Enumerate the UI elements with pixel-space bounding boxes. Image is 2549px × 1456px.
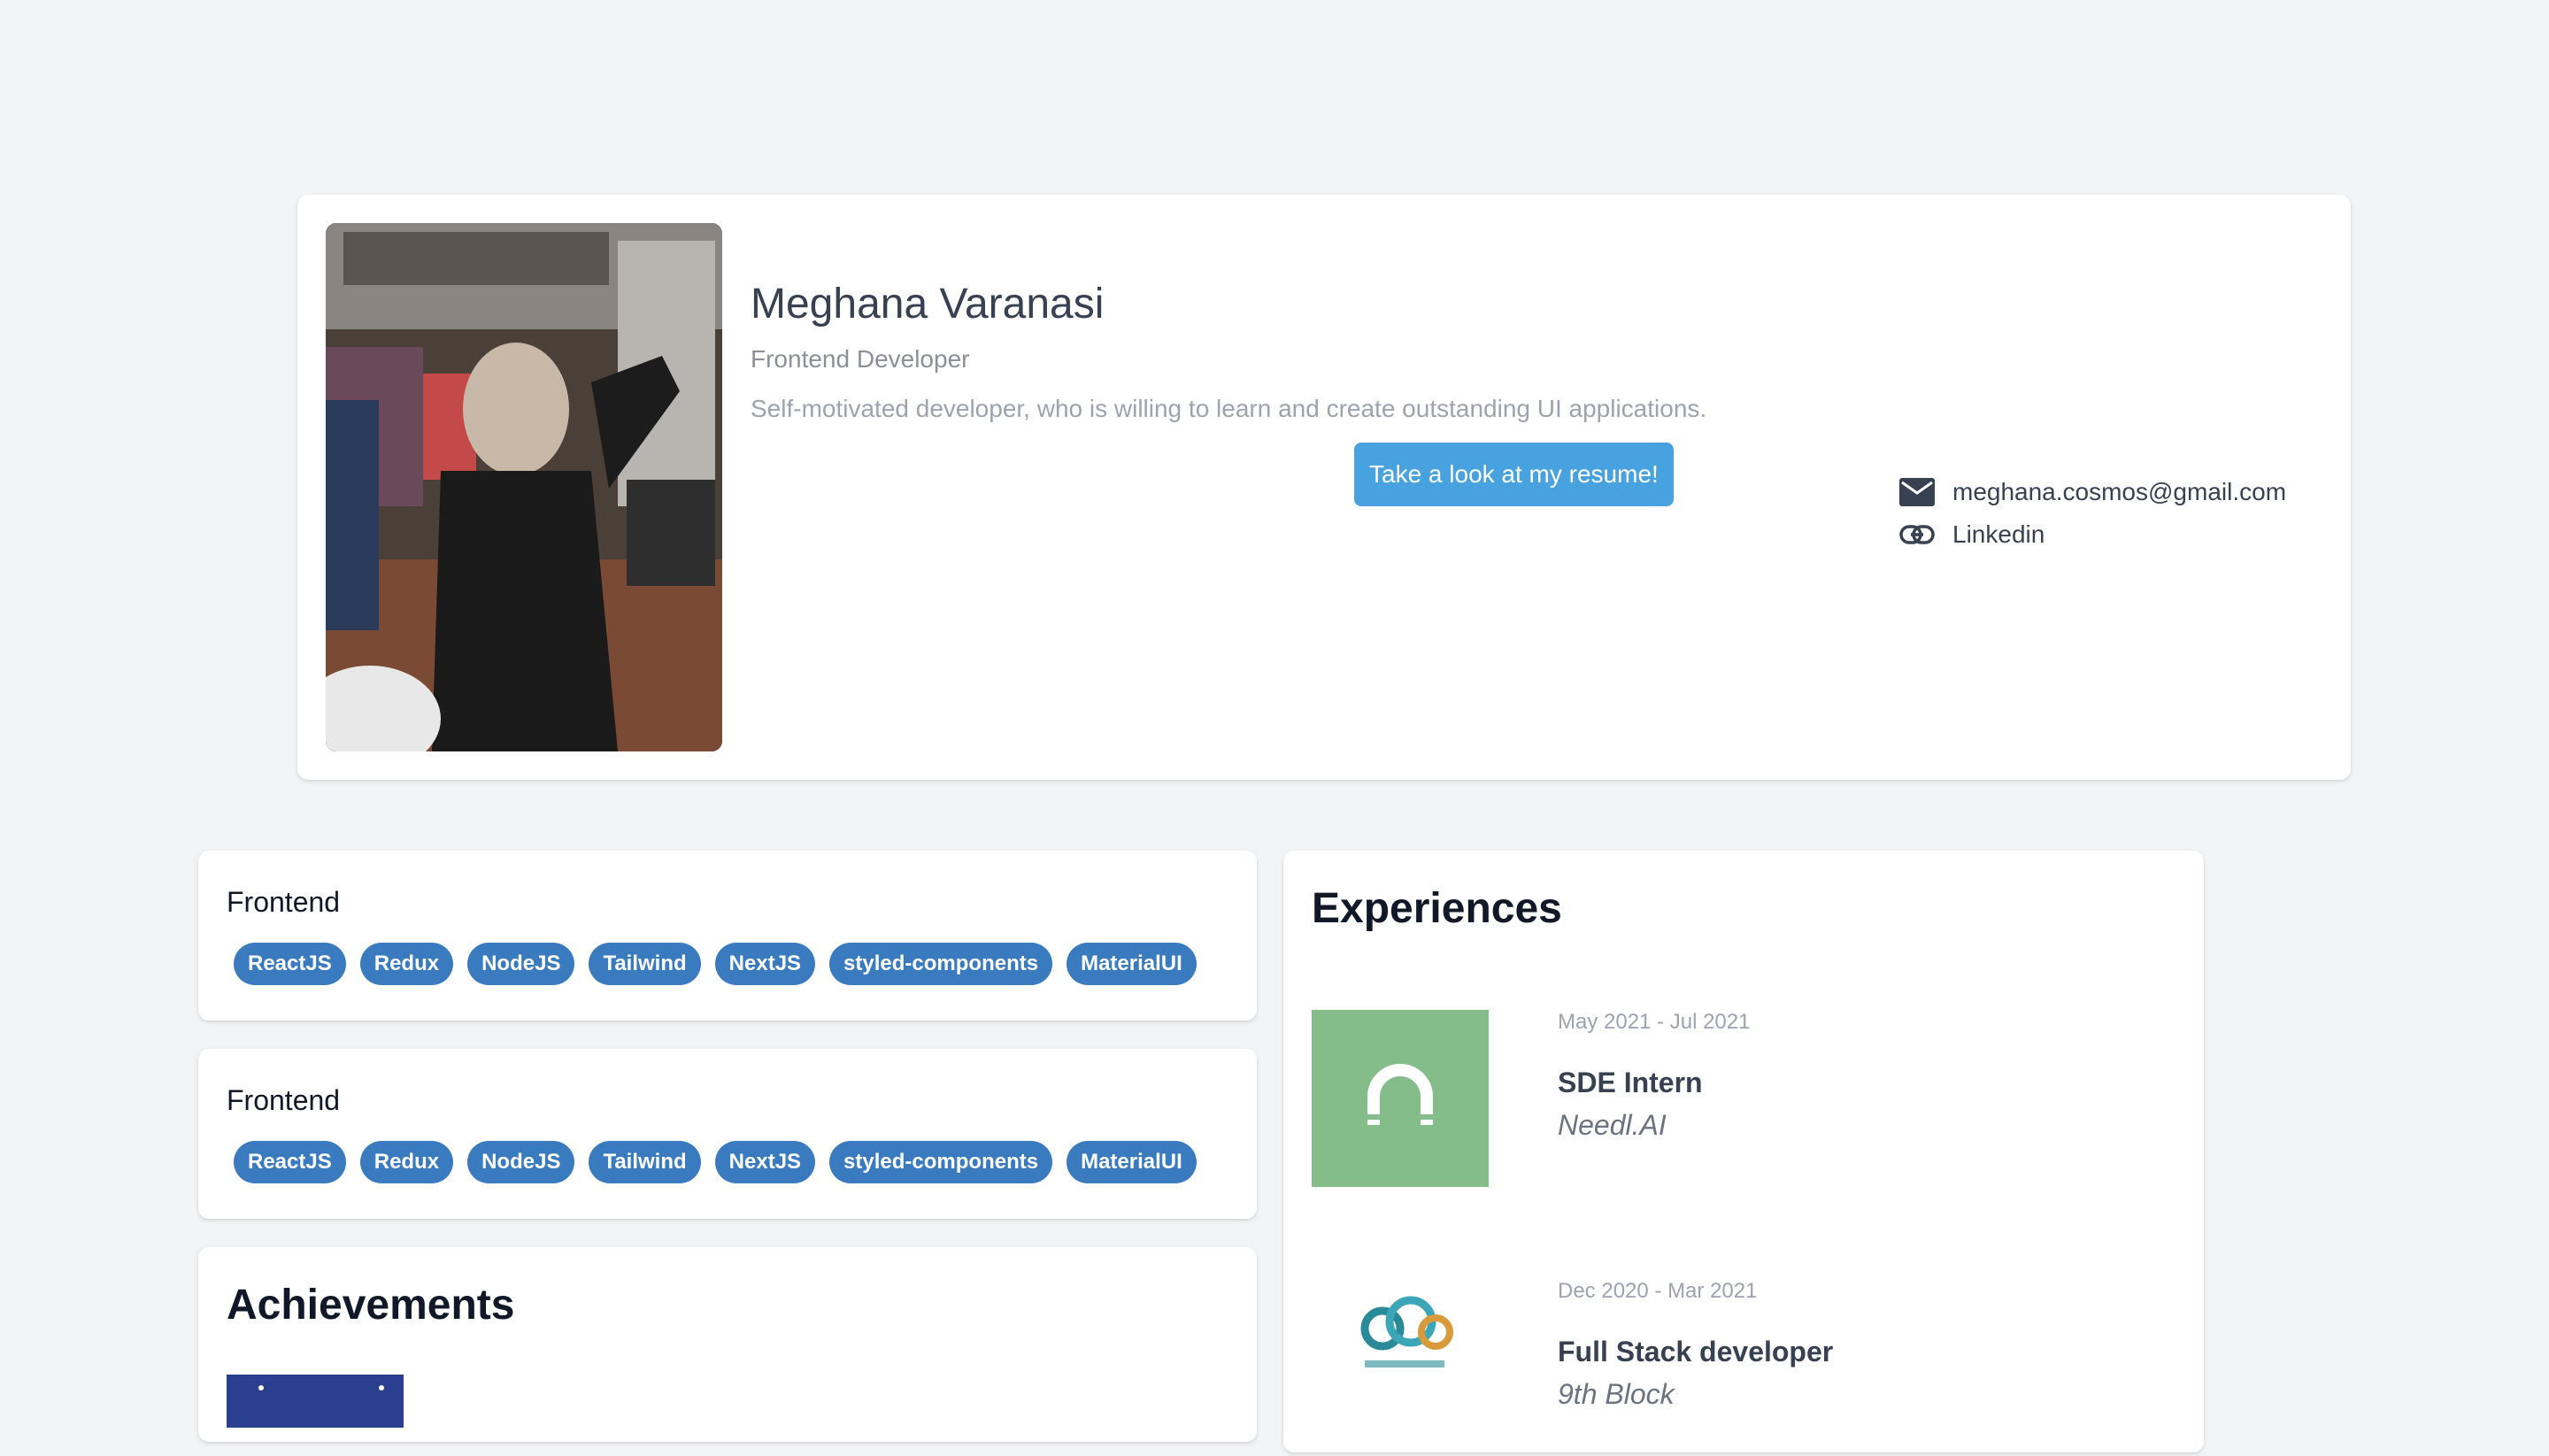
needl-logo xyxy=(1312,1010,1489,1187)
skill-card: Frontend ReactJS Redux NodeJS Tailwind N… xyxy=(198,851,1257,1021)
skill-tags: ReactJS Redux NodeJS Tailwind NextJS sty… xyxy=(234,943,1197,985)
skill-category-title: Frontend xyxy=(227,1084,341,1116)
profile-role: Frontend Developer xyxy=(751,345,970,373)
experiences-title: Experiences xyxy=(1312,885,1562,932)
experiences-card: Experiences May 2021 - Jul 2021 SDE Inte… xyxy=(1283,851,2204,1452)
resume-button[interactable]: Take a look at my resume! xyxy=(1354,443,1674,506)
skill-tag: ReactJS xyxy=(234,943,346,985)
achievements-card: Achievements xyxy=(198,1247,1257,1442)
skill-tag: Tailwind xyxy=(589,943,701,985)
contact-linkedin[interactable]: Linkedin xyxy=(1898,517,2045,552)
contact-email-label: meghana.cosmos@gmail.com xyxy=(1952,478,2287,505)
skill-tag: styled-components xyxy=(829,1141,1053,1183)
skill-tag: styled-components xyxy=(829,943,1053,985)
9th-block-logo xyxy=(1312,1279,1489,1456)
experience-dates: May 2021 - Jul 2021 xyxy=(1558,1010,1751,1034)
skill-tag: NodeJS xyxy=(467,1141,575,1183)
profile-name: Meghana Varanasi xyxy=(751,281,1105,327)
experience-company: Needl.AI xyxy=(1558,1109,1667,1141)
link-icon xyxy=(1898,517,1937,552)
experience-dates: Dec 2020 - Mar 2021 xyxy=(1558,1279,1758,1303)
achievements-title: Achievements xyxy=(227,1282,515,1329)
experience-company: 9th Block xyxy=(1558,1378,1675,1410)
skill-tag: NextJS xyxy=(714,943,816,985)
skill-tags: ReactJS Redux NodeJS Tailwind NextJS sty… xyxy=(234,1141,1197,1183)
skill-tag: MaterialUI xyxy=(1067,1141,1197,1183)
skill-tag: Redux xyxy=(359,1141,454,1183)
profile-bio: Self-motivated developer, who is willing… xyxy=(751,395,1707,422)
skill-tag: MaterialUI xyxy=(1067,943,1197,985)
experience-title: SDE Intern xyxy=(1558,1067,1703,1098)
contact-linkedin-label: Linkedin xyxy=(1952,520,2045,548)
achievement-image xyxy=(227,1375,404,1428)
skill-tag: NodeJS xyxy=(467,943,575,985)
mail-icon xyxy=(1898,474,1937,510)
skill-card: Frontend ReactJS Redux NodeJS Tailwind N… xyxy=(198,1049,1257,1219)
skill-tag: Redux xyxy=(359,943,454,985)
profile-card: Meghana Varanasi Frontend Developer Self… xyxy=(297,195,2351,780)
experience-title: Full Stack developer xyxy=(1558,1336,1834,1367)
contact-email[interactable]: meghana.cosmos@gmail.com xyxy=(1898,474,2286,510)
skill-tag: Tailwind xyxy=(589,1141,701,1183)
skill-tag: NextJS xyxy=(714,1141,816,1183)
skill-tag: ReactJS xyxy=(234,1141,346,1183)
profile-photo xyxy=(326,223,722,751)
skill-category-title: Frontend xyxy=(227,886,341,918)
